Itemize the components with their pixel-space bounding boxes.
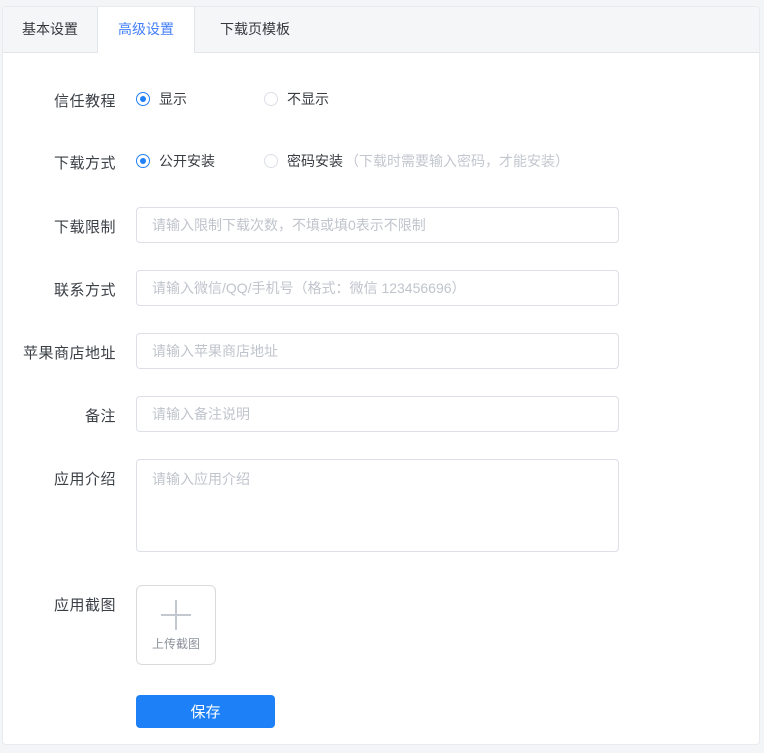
form-row-download-method: 下载方式 公开安装 密码安装 （下载时需要输入密码，才能安装） [3, 151, 759, 173]
tab-download-page-template[interactable]: 下载页模板 [195, 7, 315, 52]
tab-basic-settings[interactable]: 基本设置 [3, 7, 97, 52]
form-row-screenshot: 应用截图 上传截图 [3, 585, 759, 665]
radio-password-install[interactable]: 密码安装 [264, 151, 343, 171]
form-row-save: 保存 [3, 695, 759, 728]
plus-icon [161, 600, 191, 630]
radio-public-install[interactable]: 公开安装 [136, 151, 264, 171]
upload-screenshot-button[interactable]: 上传截图 [136, 585, 216, 665]
download-limit-input[interactable] [136, 207, 619, 243]
contact-label: 联系方式 [53, 282, 116, 299]
radio-public-install-label: 公开安装 [159, 153, 215, 169]
radio-password-install-label: 密码安装 [287, 153, 343, 169]
appstore-url-input[interactable] [136, 333, 619, 369]
app-intro-label: 应用介绍 [53, 471, 116, 488]
form-row-appstore-url: 苹果商店地址 [3, 333, 759, 369]
trust-tutorial-radio-group: 显示 不显示 [136, 89, 329, 109]
radio-unselected-icon [264, 92, 278, 106]
app-intro-textarea[interactable] [136, 459, 619, 552]
form-row-download-limit: 下载限制 [3, 207, 759, 243]
radio-show-label: 显示 [159, 91, 187, 107]
tab-advanced-settings[interactable]: 高级设置 [97, 7, 195, 53]
form-row-trust-tutorial: 信任教程 显示 不显示 [3, 89, 759, 111]
radio-show[interactable]: 显示 [136, 89, 264, 109]
radio-hide-label: 不显示 [287, 91, 329, 107]
form-row-app-intro: 应用介绍 [3, 459, 759, 552]
radio-selected-icon [136, 154, 150, 168]
form-row-contact: 联系方式 [3, 270, 759, 306]
download-limit-label: 下载限制 [53, 219, 116, 236]
radio-unselected-icon [264, 154, 278, 168]
appstore-url-label: 苹果商店地址 [22, 345, 116, 362]
password-install-hint: （下载时需要输入密码，才能安装） [345, 153, 569, 169]
advanced-settings-form: 信任教程 显示 不显示 下载方式 公开安装 密码安装 （下载时需要输入密码，才能… [3, 53, 759, 728]
remark-input[interactable] [136, 396, 619, 432]
radio-hide[interactable]: 不显示 [264, 89, 329, 109]
radio-selected-icon [136, 92, 150, 106]
upload-screenshot-text: 上传截图 [151, 637, 200, 651]
settings-card: 基本设置 高级设置 下载页模板 信任教程 显示 不显示 下载方式 公开安装 密码… [2, 6, 760, 745]
trust-tutorial-label: 信任教程 [53, 93, 116, 110]
download-method-label: 下载方式 [53, 155, 116, 172]
download-method-radio-group: 公开安装 密码安装 （下载时需要输入密码，才能安装） [136, 151, 569, 171]
form-row-remark: 备注 [3, 396, 759, 432]
remark-label: 备注 [84, 408, 116, 425]
save-button[interactable]: 保存 [136, 695, 275, 728]
tab-bar: 基本设置 高级设置 下载页模板 [3, 7, 759, 53]
contact-input[interactable] [136, 270, 619, 306]
screenshot-label: 应用截图 [53, 597, 116, 614]
